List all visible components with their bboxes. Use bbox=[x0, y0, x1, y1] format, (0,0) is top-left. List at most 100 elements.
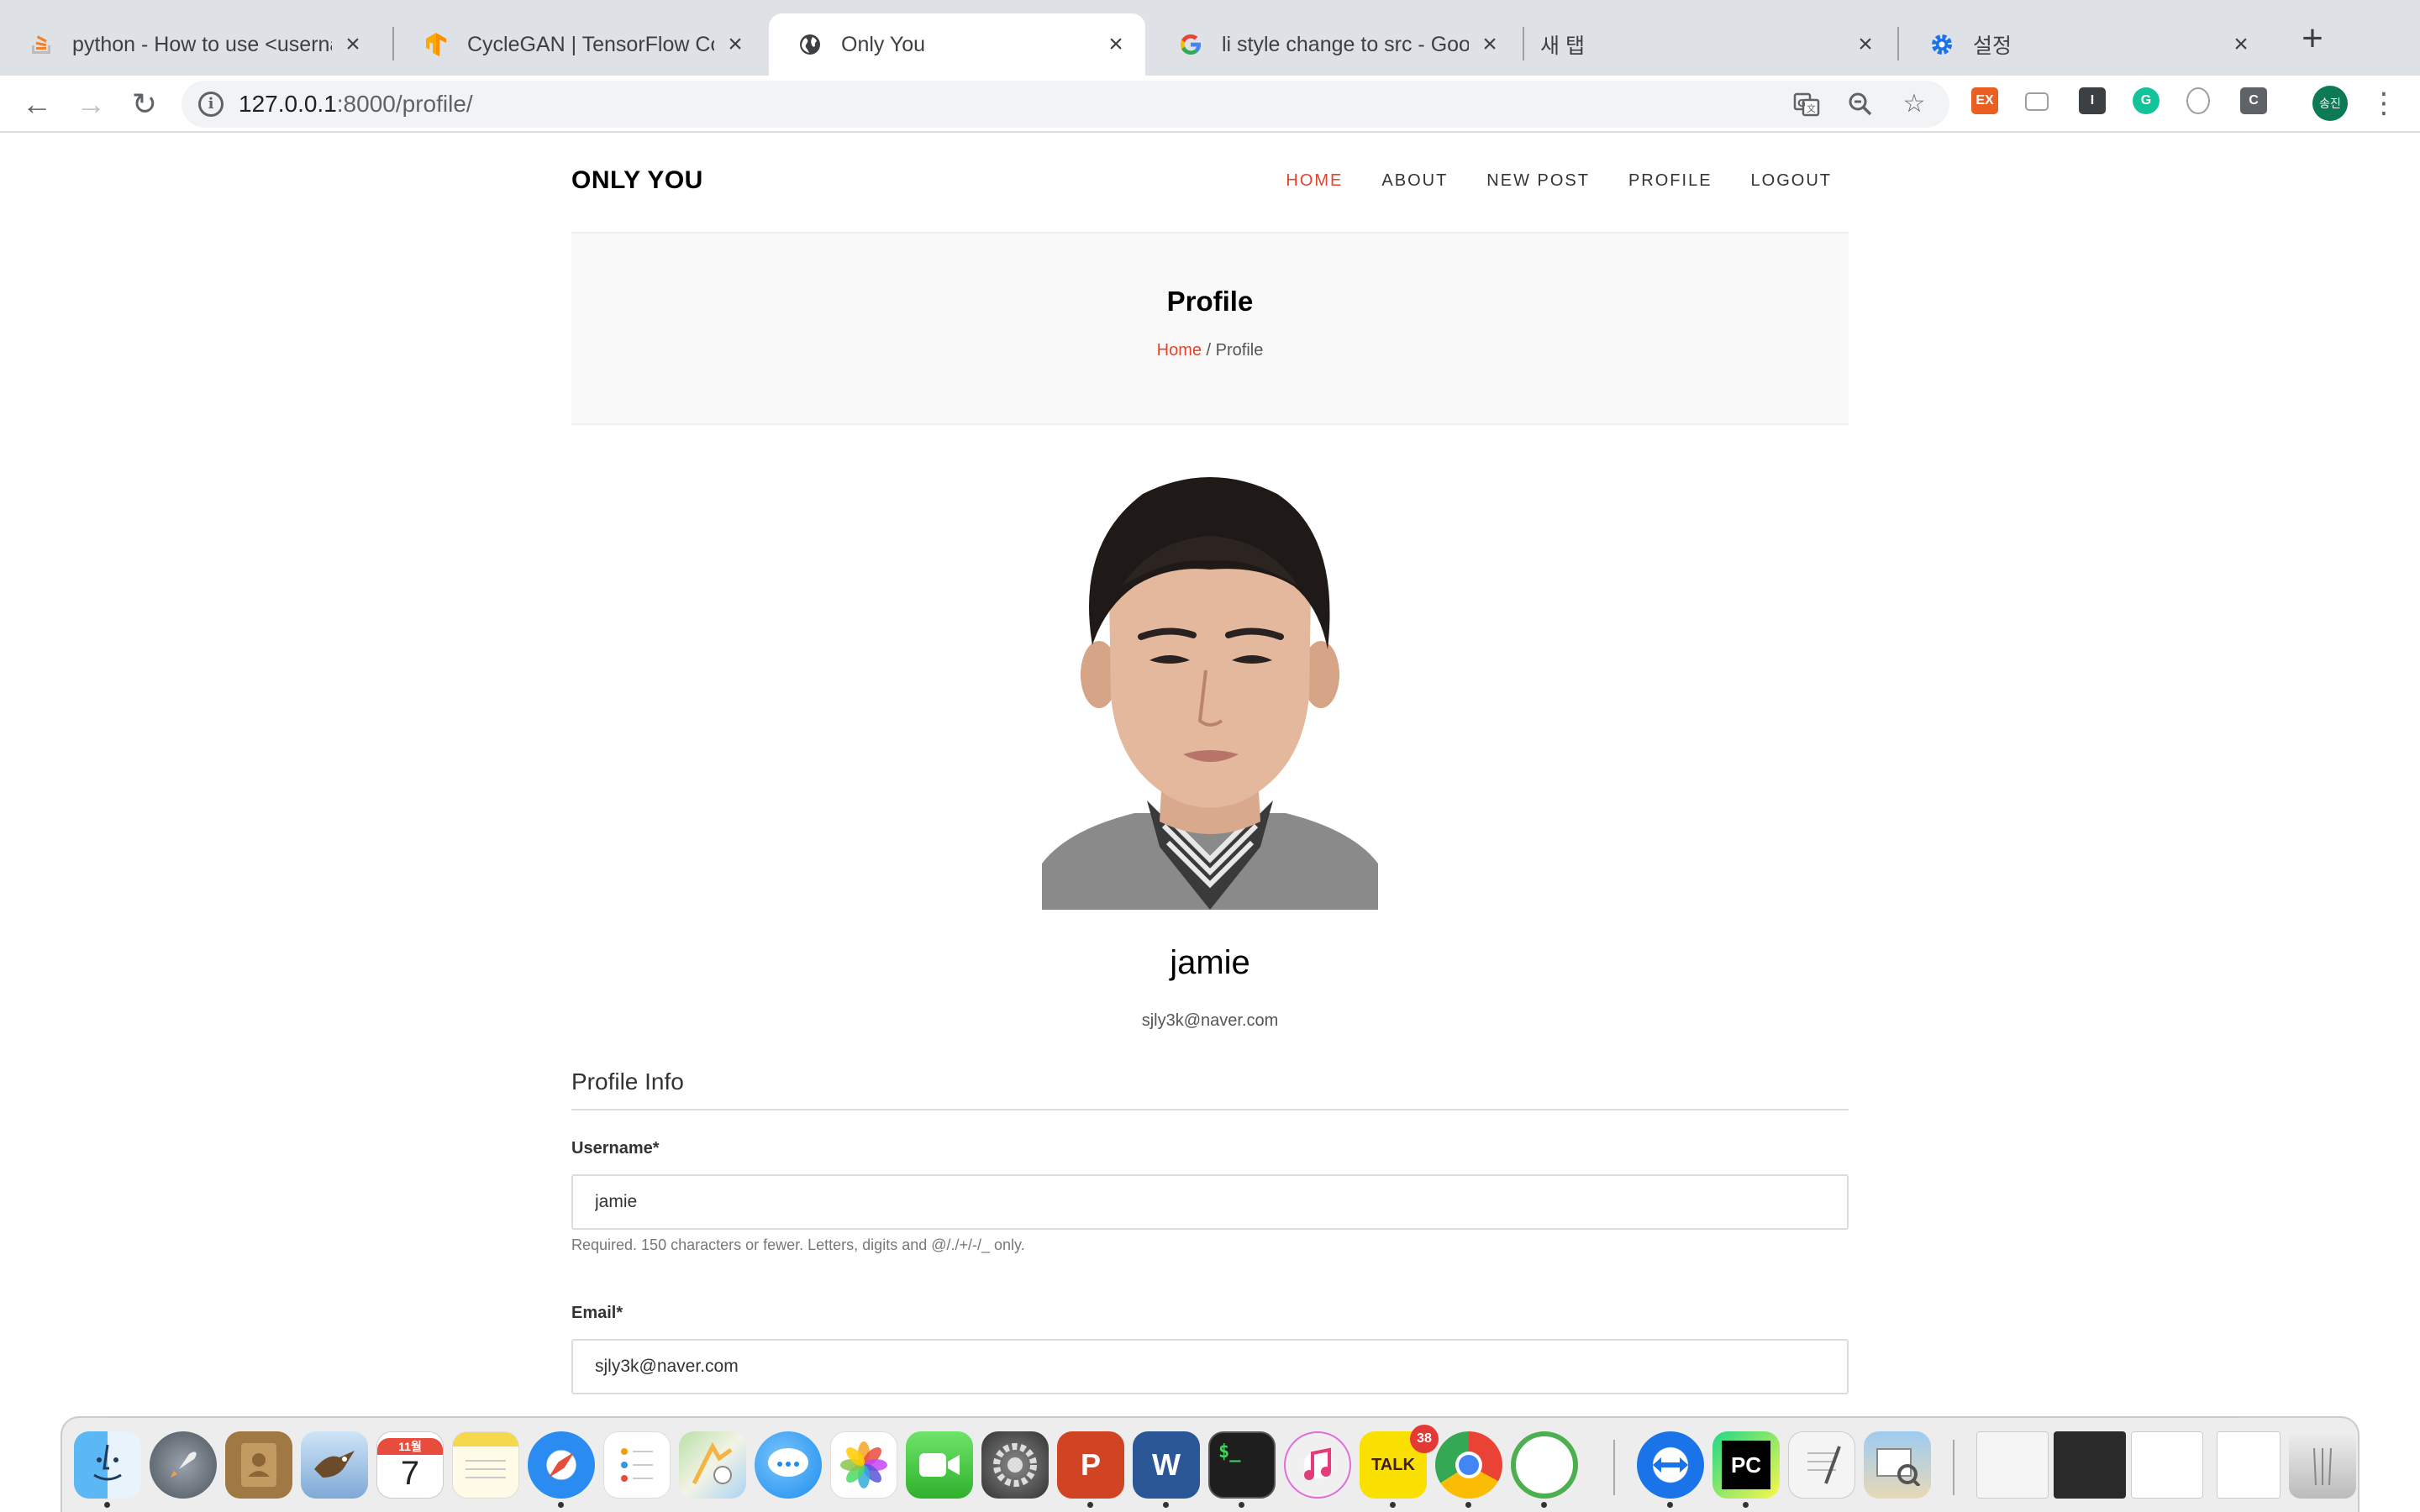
notes-icon[interactable] bbox=[452, 1431, 519, 1499]
trash-icon[interactable] bbox=[2289, 1431, 2356, 1499]
nav-home[interactable]: HOME bbox=[1286, 171, 1343, 191]
calendar-month: 11월 bbox=[377, 1437, 443, 1455]
tab-cyclegan[interactable]: CycleGAN | TensorFlow Co × bbox=[395, 13, 765, 76]
svg-text:文: 文 bbox=[1807, 102, 1816, 114]
green-ring-app-icon[interactable] bbox=[1511, 1431, 1578, 1499]
running-indicator bbox=[1743, 1502, 1749, 1508]
url-text[interactable]: 127.0.0.1:8000/profile/ bbox=[239, 91, 473, 118]
minimized-window-thumbnail[interactable] bbox=[2131, 1431, 2203, 1499]
running-indicator bbox=[1465, 1502, 1471, 1508]
kakaotalk-label: TALK bbox=[1371, 1455, 1415, 1474]
running-indicator bbox=[1239, 1502, 1244, 1508]
close-tab-icon[interactable]: × bbox=[340, 32, 366, 57]
finder-icon[interactable] bbox=[74, 1431, 141, 1499]
tab-title: CycleGAN | TensorFlow Co bbox=[467, 32, 714, 56]
email-label: Email* bbox=[571, 1304, 623, 1322]
extension-cast-icon[interactable] bbox=[2025, 92, 2049, 111]
site-logo[interactable]: ONLY YOU bbox=[571, 166, 703, 195]
new-tab-plus-icon[interactable]: + bbox=[2294, 20, 2331, 59]
tab-new-tab[interactable]: 새 탭 × bbox=[1525, 13, 1895, 76]
contacts-book-icon[interactable] bbox=[225, 1431, 292, 1499]
close-tab-icon[interactable]: × bbox=[1103, 32, 1128, 57]
site-info-icon[interactable]: i bbox=[198, 92, 224, 117]
safari-compass-icon[interactable] bbox=[528, 1431, 595, 1499]
close-tab-icon[interactable]: × bbox=[723, 32, 748, 57]
calendar-icon[interactable]: 11월 7 bbox=[376, 1431, 444, 1499]
mail-eagle-icon[interactable] bbox=[301, 1431, 368, 1499]
back-arrow-icon[interactable]: ← bbox=[18, 86, 55, 123]
web-page: ONLY YOU HOME ABOUT NEW POST PROFILE LOG… bbox=[0, 133, 2420, 1512]
breadcrumb-home-link[interactable]: Home bbox=[1157, 341, 1202, 360]
close-tab-icon[interactable]: × bbox=[1477, 32, 1502, 57]
address-bar[interactable]: i 127.0.0.1:8000/profile/ G文 ☆ bbox=[182, 81, 1949, 128]
tab-divider bbox=[392, 27, 394, 60]
pycharm-icon[interactable]: PC bbox=[1712, 1431, 1780, 1499]
minimized-window-thumbnail[interactable] bbox=[1976, 1431, 2049, 1499]
minimized-window-thumbnail[interactable] bbox=[2054, 1431, 2126, 1499]
maps-icon[interactable] bbox=[679, 1431, 746, 1499]
tab-settings[interactable]: 설정 × bbox=[1901, 13, 2270, 76]
profile-username-heading: jamie bbox=[1170, 944, 1250, 981]
messages-icon[interactable] bbox=[755, 1431, 822, 1499]
itunes-music-icon[interactable] bbox=[1284, 1431, 1351, 1499]
nav-about[interactable]: ABOUT bbox=[1381, 171, 1448, 191]
globe-icon bbox=[797, 32, 823, 57]
stackoverflow-icon bbox=[29, 32, 54, 57]
extension-c-icon[interactable]: C bbox=[2240, 87, 2267, 114]
nav-new-post[interactable]: NEW POST bbox=[1486, 171, 1590, 191]
breadcrumb-separator: / bbox=[1201, 341, 1216, 360]
profile-email-text: sjly3k@naver.com bbox=[1141, 1011, 1279, 1030]
google-icon bbox=[1178, 32, 1203, 57]
running-indicator bbox=[558, 1502, 564, 1508]
tab-title: 설정 bbox=[1973, 34, 2012, 58]
powerpoint-icon[interactable]: P bbox=[1057, 1431, 1124, 1499]
extension-c-label: C bbox=[2249, 93, 2259, 108]
terminal-icon[interactable]: $_ bbox=[1208, 1431, 1276, 1499]
launchpad-rocket-icon[interactable] bbox=[150, 1431, 217, 1499]
username-label: Username* bbox=[571, 1139, 660, 1158]
forward-arrow-icon[interactable]: → bbox=[72, 86, 109, 123]
terminal-prompt: $_ bbox=[1218, 1441, 1241, 1462]
chrome-icon[interactable] bbox=[1435, 1431, 1502, 1499]
tab-title: Only You bbox=[841, 32, 926, 56]
tab-google-search[interactable]: li style change to src - Goog × bbox=[1150, 13, 1519, 76]
pycharm-letters: PC bbox=[1722, 1441, 1770, 1489]
extension-i-icon[interactable]: I bbox=[2079, 87, 2106, 114]
username-field[interactable] bbox=[571, 1174, 1849, 1230]
running-indicator bbox=[1667, 1502, 1673, 1508]
extension-mouse-icon[interactable] bbox=[2186, 87, 2210, 114]
word-icon[interactable]: W bbox=[1133, 1431, 1200, 1499]
photos-icon[interactable] bbox=[830, 1431, 897, 1499]
tensorflow-icon bbox=[424, 32, 449, 57]
tab-python-username[interactable]: python - How to use <userna × bbox=[0, 13, 382, 76]
word-letter: W bbox=[1152, 1447, 1181, 1482]
close-tab-icon[interactable]: × bbox=[1853, 32, 1878, 57]
teamviewer-icon[interactable] bbox=[1637, 1431, 1704, 1499]
profile-avatar[interactable]: 송진 bbox=[2312, 86, 2348, 121]
tab-title: li style change to src - Goog bbox=[1222, 32, 1469, 56]
settings-gear-icon bbox=[1929, 32, 1954, 57]
tab-divider bbox=[1523, 27, 1524, 60]
grammarly-icon[interactable]: G bbox=[2133, 87, 2160, 114]
nav-logout[interactable]: LOGOUT bbox=[1751, 171, 1832, 191]
translate-icon[interactable]: G文 bbox=[1793, 91, 1820, 118]
close-tab-icon[interactable]: × bbox=[2228, 32, 2254, 57]
nav-profile[interactable]: PROFILE bbox=[1628, 171, 1712, 191]
reminders-icon[interactable] bbox=[603, 1431, 671, 1499]
profile-photo bbox=[1042, 469, 1378, 910]
preview-photos-icon[interactable] bbox=[1864, 1431, 1931, 1499]
system-preferences-gear-icon[interactable] bbox=[981, 1431, 1049, 1499]
url-path: :8000/profile/ bbox=[336, 91, 473, 117]
reload-icon[interactable]: ↻ bbox=[126, 86, 163, 123]
email-field[interactable] bbox=[571, 1339, 1849, 1394]
bookmark-star-icon[interactable]: ☆ bbox=[1901, 91, 1928, 118]
extension-ex-icon[interactable]: EX bbox=[1971, 87, 1998, 114]
zoom-icon[interactable] bbox=[1847, 91, 1874, 118]
facetime-icon[interactable] bbox=[906, 1431, 973, 1499]
extension-i-label: I bbox=[2090, 93, 2095, 108]
textedit-icon[interactable] bbox=[1788, 1431, 1855, 1499]
menu-kebab-icon[interactable]: ⋮ bbox=[2370, 84, 2398, 123]
site-nav: HOME ABOUT NEW POST PROFILE LOGOUT bbox=[1286, 171, 1832, 191]
minimized-window-thumbnail[interactable] bbox=[2217, 1431, 2281, 1499]
tab-only-you[interactable]: Only You × bbox=[769, 13, 1145, 76]
